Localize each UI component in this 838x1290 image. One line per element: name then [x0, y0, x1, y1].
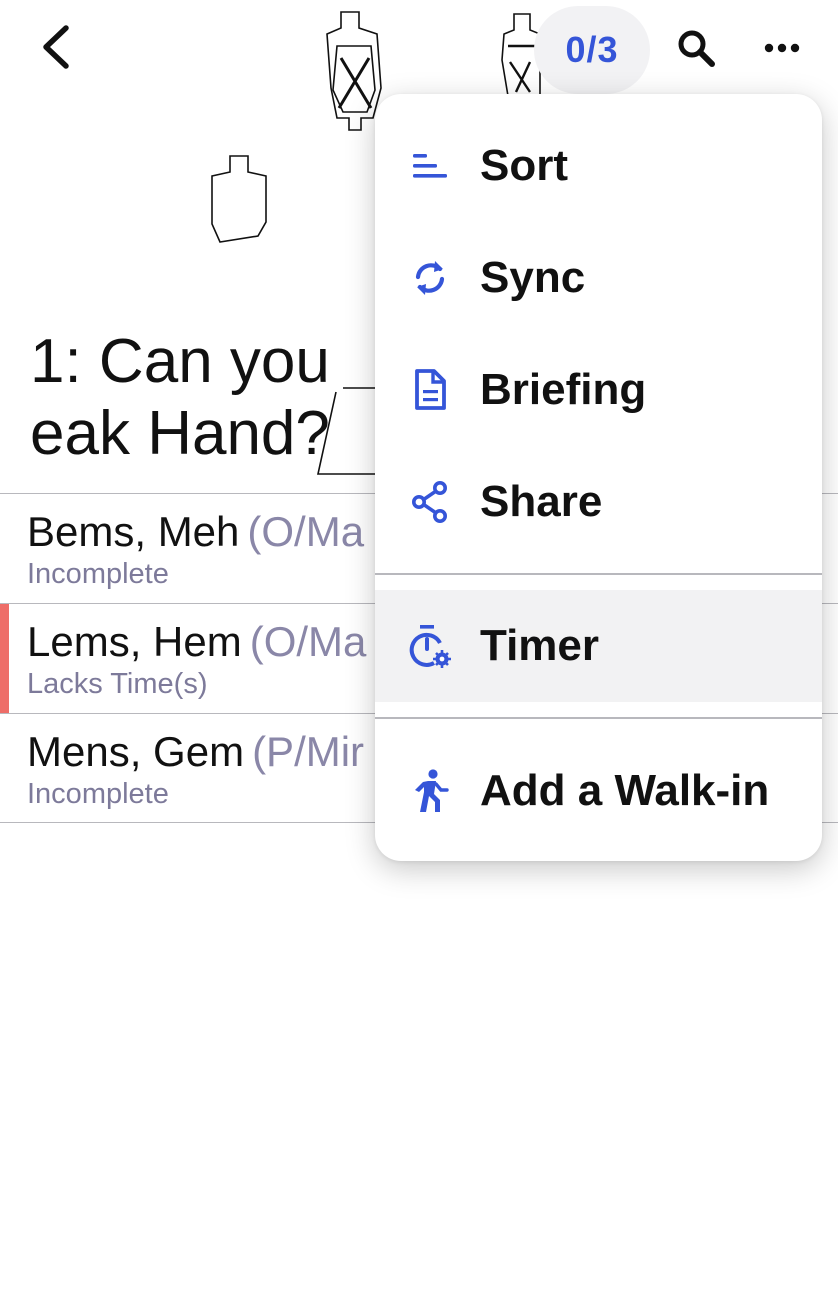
- target-shape: [211, 155, 267, 243]
- competitor-status: Incomplete: [27, 558, 169, 590]
- menu-item-label: Timer: [480, 621, 600, 670]
- title-line: eak Hand?: [30, 399, 330, 468]
- menu-item-sort[interactable]: Sort: [375, 110, 822, 222]
- competitor-division: (O/Ma: [249, 618, 367, 665]
- counter-label: 0/3: [565, 29, 619, 70]
- menu-item-add-walk-in[interactable]: Add a Walk-in: [375, 735, 822, 847]
- top-bar: 0/3: [0, 0, 838, 100]
- back-button[interactable]: [28, 22, 82, 76]
- menu-item-sync[interactable]: Sync: [375, 222, 822, 334]
- menu-item-label: Briefing: [480, 365, 647, 414]
- competitor-status: Lacks Time(s): [27, 668, 208, 700]
- menu-item-briefing[interactable]: Briefing: [375, 334, 822, 446]
- search-icon: [676, 28, 716, 73]
- completion-counter[interactable]: 0/3: [534, 6, 650, 94]
- competitor-name-line: Mens, Gem (P/Mir: [27, 728, 364, 776]
- competitor-name-line: Lems, Hem (O/Ma: [27, 618, 366, 666]
- menu-item-label: Add a Walk-in: [480, 766, 770, 815]
- chevron-left-icon: [38, 24, 72, 75]
- competitor-status: Incomplete: [27, 778, 169, 810]
- page-title: 1: Can you eak Hand?: [30, 326, 370, 470]
- timer-settings-icon: [407, 623, 453, 669]
- competitor-division: (P/Mir: [252, 728, 365, 775]
- competitor-division: (O/Ma: [247, 508, 365, 555]
- menu-divider: [375, 573, 822, 575]
- search-button[interactable]: [670, 24, 722, 76]
- more-horizontal-icon: [764, 41, 800, 59]
- competitor-name-line: Bems, Meh (O/Ma: [27, 508, 364, 556]
- menu-item-label: Share: [480, 477, 603, 526]
- menu-item-timer[interactable]: Timer: [375, 590, 822, 702]
- more-options-button[interactable]: [756, 24, 808, 76]
- sync-icon: [407, 255, 453, 301]
- share-icon: [407, 479, 453, 525]
- title-line: 1: Can you: [30, 327, 330, 396]
- document-icon: [407, 367, 453, 413]
- menu-divider: [375, 717, 822, 719]
- sort-icon: [407, 143, 453, 189]
- competitor-name: Lems, Hem: [27, 618, 242, 665]
- menu-item-share[interactable]: Share: [375, 446, 822, 558]
- warning-flag: [0, 604, 9, 713]
- menu-item-label: Sort: [480, 141, 568, 190]
- options-menu: Sort Sync Briefing Share Timer Add a Wal…: [375, 94, 822, 861]
- competitor-name: Mens, Gem: [27, 728, 245, 775]
- walking-person-icon: [407, 768, 453, 814]
- competitor-name: Bems, Meh: [27, 508, 240, 555]
- menu-item-label: Sync: [480, 253, 586, 302]
